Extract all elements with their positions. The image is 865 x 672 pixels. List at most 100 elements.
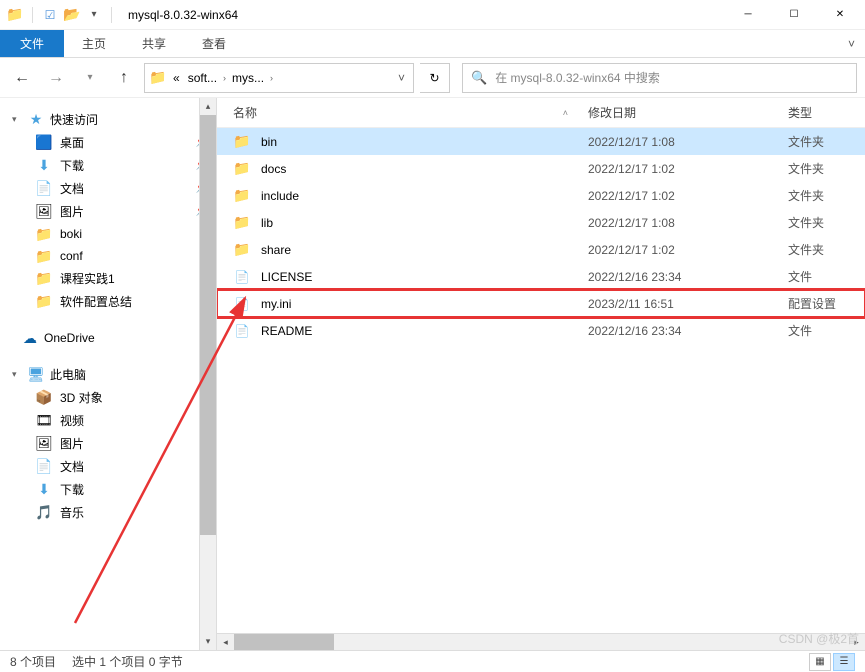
cube-icon: 📦 [36, 390, 52, 406]
maximize-button[interactable]: ☐ [771, 0, 817, 30]
sidebar-item-pictures[interactable]: 🖼图片 [0, 432, 216, 455]
scroll-down-icon[interactable]: ▾ [200, 633, 216, 650]
file-type-cell: 文件夹 [788, 160, 848, 177]
sidebar-item-pictures[interactable]: 🖼图片📌 [0, 200, 216, 223]
search-placeholder: 在 mysql-8.0.32-winx64 中搜索 [495, 69, 660, 86]
qat-dropdown-icon[interactable]: ▾ [85, 6, 103, 24]
file-row[interactable]: 📁 docs 2022/12/17 1:02文件夹 [217, 155, 865, 182]
sidebar-scrollbar[interactable]: ▴ ▾ [199, 98, 216, 650]
folder-icon: 📁 [36, 248, 52, 264]
file-date-cell: 2022/12/17 1:08 [588, 135, 788, 149]
status-item-count: 8 个项目 [10, 653, 56, 670]
folder-icon: 📁 [36, 271, 52, 287]
breadcrumb-item[interactable]: soft... [184, 71, 221, 85]
sidebar-label: OneDrive [44, 331, 95, 345]
file-list[interactable]: 📁bin2022/12/17 1:08文件夹📁docs2022/12/17 1:… [217, 128, 865, 633]
file-row[interactable]: 📄LICENSE2022/12/16 23:34文件 [217, 263, 865, 290]
file-row[interactable]: 📁lib2022/12/17 1:08文件夹 [217, 209, 865, 236]
chevron-down-icon[interactable]: ▾ [12, 114, 22, 125]
file-date-cell: 2022/12/17 1:02 [588, 162, 788, 176]
up-button[interactable]: ↑ [110, 64, 138, 92]
file-icon: 📄 [233, 322, 251, 340]
recent-locations-button[interactable]: ▾ [76, 64, 104, 92]
sidebar-item-folder[interactable]: 📁软件配置总结 [0, 290, 216, 313]
status-bar: 8 个项目 选中 1 个项目 0 字节 ▦ ☰ [0, 650, 865, 672]
file-name: docs [261, 162, 286, 176]
sidebar-item-desktop[interactable]: 🟦桌面📌 [0, 131, 216, 154]
address-dropdown-icon[interactable]: ˅ [392, 71, 411, 85]
file-row[interactable]: 📁bin2022/12/17 1:08文件夹 [217, 128, 865, 155]
sidebar-item-documents[interactable]: 📄文档📌 [0, 177, 216, 200]
column-header-name[interactable]: 名称˄ [217, 104, 588, 121]
chevron-right-icon[interactable]: › [268, 73, 275, 83]
breadcrumb-item[interactable]: mys... [228, 71, 268, 85]
tab-home[interactable]: 主页 [64, 30, 124, 57]
folder-icon: 📁 [233, 187, 251, 205]
folder-icon: 📁 [147, 69, 169, 86]
chevron-right-icon[interactable]: › [221, 73, 228, 83]
sidebar-label: 此电脑 [50, 366, 86, 383]
sidebar-this-pc[interactable]: ▾ 🖥 此电脑 [0, 363, 216, 386]
folder-icon: 📁 [233, 160, 251, 178]
file-row[interactable]: 📁include2022/12/17 1:02文件夹 [217, 182, 865, 209]
back-button[interactable]: ← [8, 64, 36, 92]
folder-icon: 📁 [36, 226, 52, 242]
scroll-thumb[interactable] [200, 115, 216, 535]
sidebar-item-downloads[interactable]: ⬇下载📌 [0, 154, 216, 177]
sidebar-item-videos[interactable]: 🎞视频 [0, 409, 216, 432]
ini-file-icon: 📄 [233, 295, 251, 313]
file-name-cell: 📄README [217, 322, 588, 340]
file-row[interactable]: 📄my.ini2023/2/11 16:51配置设置 [217, 290, 865, 317]
file-row[interactable]: 📄README2022/12/16 23:34文件 [217, 317, 865, 344]
pc-icon: 🖥 [28, 367, 44, 383]
view-details-button[interactable]: ☰ [833, 653, 855, 671]
file-name: my.ini [261, 297, 291, 311]
refresh-button[interactable]: ↻ [420, 63, 450, 93]
sidebar-onedrive[interactable]: ☁ OneDrive [0, 327, 216, 349]
navigation-pane[interactable]: ▾ ★ 快速访问 🟦桌面📌 ⬇下载📌 📄文档📌 🖼图片📌 📁boki 📁conf… [0, 98, 217, 650]
file-name-cell: 📁bin [217, 133, 588, 151]
chevron-down-icon[interactable]: ▾ [12, 369, 22, 380]
column-header-date[interactable]: 修改日期 [588, 104, 788, 121]
picture-icon: 🖼 [36, 436, 52, 452]
tab-file[interactable]: 文件 [0, 30, 64, 57]
sidebar-quick-access[interactable]: ▾ ★ 快速访问 [0, 108, 216, 131]
close-button[interactable]: ✕ [817, 0, 863, 30]
column-header-type[interactable]: 类型 [788, 104, 848, 121]
document-icon: 📄 [36, 459, 52, 475]
file-name-cell: 📁 docs [217, 160, 588, 178]
sidebar-item-folder[interactable]: 📁boki [0, 223, 216, 245]
sidebar-item-downloads[interactable]: ⬇下载 [0, 478, 216, 501]
scroll-thumb[interactable] [234, 634, 334, 650]
tab-view[interactable]: 查看 [184, 30, 244, 57]
sidebar-item-folder[interactable]: 📁课程实践1 [0, 267, 216, 290]
horizontal-scrollbar[interactable]: ◂ ▸ [217, 633, 865, 650]
sidebar-item-3d[interactable]: 📦3D 对象 [0, 386, 216, 409]
file-name-cell: 📁include [217, 187, 588, 205]
address-bar[interactable]: 📁 « soft... › mys... › ˅ [144, 63, 414, 93]
star-icon: ★ [28, 112, 44, 128]
file-date-cell: 2022/12/17 1:08 [588, 216, 788, 230]
open-folder-icon[interactable]: 📂 [63, 6, 81, 24]
forward-button[interactable]: → [42, 64, 70, 92]
folder-icon: 📁 [36, 294, 52, 310]
sidebar-item-documents[interactable]: 📄文档 [0, 455, 216, 478]
ribbon-collapse-icon[interactable]: ˅ [838, 30, 865, 57]
refresh-icon: ↻ [429, 71, 439, 85]
scroll-right-icon[interactable]: ▸ [848, 634, 865, 650]
file-type-cell: 文件夹 [788, 241, 848, 258]
file-row[interactable]: 📁share2022/12/17 1:02文件夹 [217, 236, 865, 263]
minimize-button[interactable]: ─ [725, 0, 771, 30]
search-input[interactable]: 🔍 在 mysql-8.0.32-winx64 中搜索 [462, 63, 857, 93]
sidebar-item-music[interactable]: 🎵音乐 [0, 501, 216, 524]
breadcrumb-prefix[interactable]: « [169, 71, 184, 85]
properties-icon[interactable]: ☑ [41, 6, 59, 24]
sidebar-label: 快速访问 [50, 111, 98, 128]
view-thumbnails-button[interactable]: ▦ [809, 653, 831, 671]
folder-icon: 📁 [6, 6, 24, 24]
scroll-up-icon[interactable]: ▴ [200, 98, 216, 115]
scroll-left-icon[interactable]: ◂ [217, 634, 234, 650]
file-name: share [261, 243, 291, 257]
sidebar-item-folder[interactable]: 📁conf [0, 245, 216, 267]
tab-share[interactable]: 共享 [124, 30, 184, 57]
